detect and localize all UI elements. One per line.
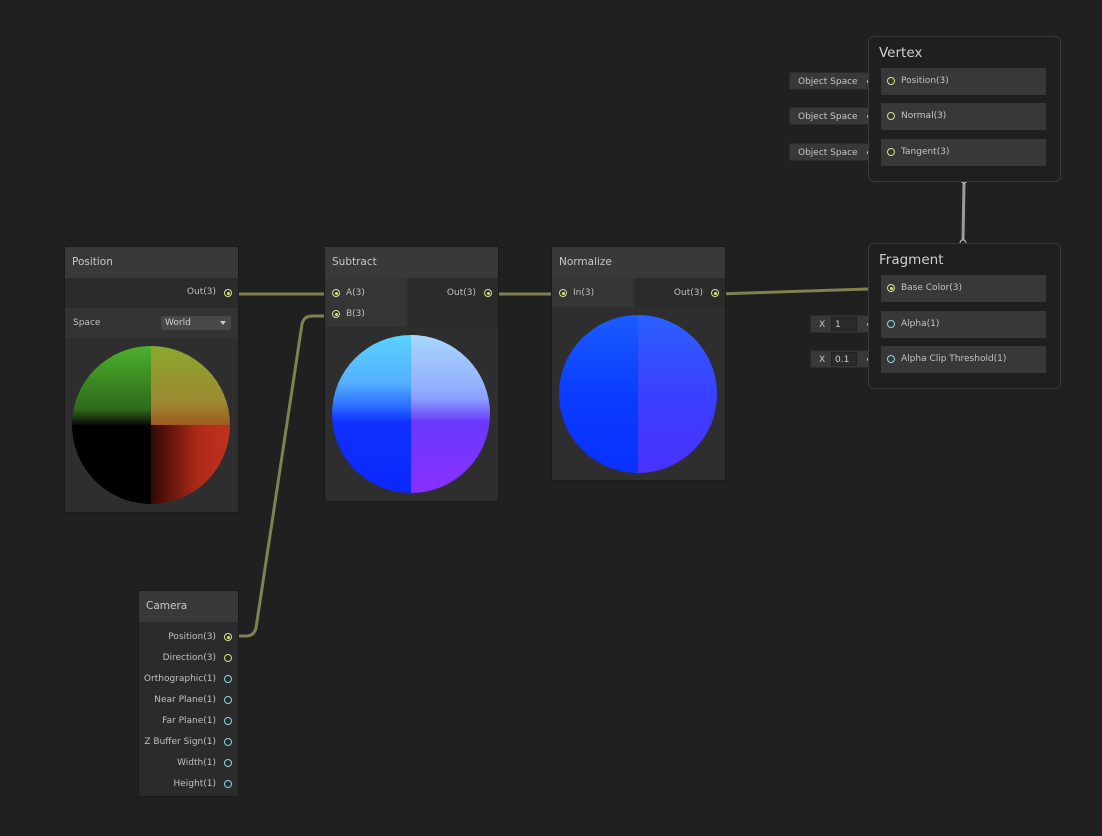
- camera-position-port[interactable]: [224, 633, 232, 641]
- fragment-slot-alpha-clip-threshold[interactable]: Alpha Clip Threshold(1): [881, 346, 1046, 373]
- subtract-inputs: A(3) B(3): [325, 278, 407, 327]
- camera-orthographic-label: Orthographic(1): [143, 674, 216, 684]
- normalize-node-title: Normalize: [552, 247, 725, 278]
- normalize-preview-sphere: [559, 315, 717, 473]
- subtract-preview-sphere: [332, 335, 490, 493]
- position-node[interactable]: Position Out(3) Space World: [65, 247, 238, 512]
- camera-node-title: Camera: [139, 591, 238, 622]
- fragment-slot-alpha[interactable]: Alpha(1): [881, 311, 1046, 338]
- position-space-row: Space World: [65, 308, 238, 338]
- vertex-title: Vertex: [879, 45, 923, 61]
- camera-height-port[interactable]: [224, 780, 232, 788]
- subtract-outputs: Out(3): [408, 278, 498, 327]
- vertex-slot-normal[interactable]: Normal(3): [881, 103, 1046, 130]
- camera-direction-label: Direction(3): [162, 653, 216, 663]
- vertex-normal-port[interactable]: [887, 112, 895, 120]
- camera-width-label: Width(1): [177, 758, 216, 768]
- alpha-value-field[interactable]: 1: [831, 317, 857, 331]
- vertex-slot-tangent[interactable]: Tangent(3): [881, 139, 1046, 166]
- camera-far-plane-port[interactable]: [224, 717, 232, 725]
- subtract-preview: [325, 327, 498, 501]
- camera-position-label: Position(3): [168, 632, 216, 642]
- fragment-slot-base-color[interactable]: Base Color(3): [881, 275, 1046, 302]
- subtract-b-port[interactable]: [332, 310, 340, 318]
- alpha-clip-x-label: X: [819, 355, 826, 365]
- wire-vertex-to-fragment: [961, 182, 966, 241]
- wire-normalize-to-basecolor[interactable]: [717, 287, 891, 296]
- fragment-title: Fragment: [879, 252, 944, 268]
- fragment-block[interactable]: Fragment Base Color(3) Alpha(1) Alpha Cl…: [868, 243, 1061, 389]
- subtract-a-port[interactable]: [332, 289, 340, 297]
- base-color-label: Base Color(3): [901, 283, 963, 293]
- alpha-label: Alpha(1): [901, 319, 940, 329]
- camera-near-plane-label: Near Plane(1): [154, 695, 216, 705]
- space-label: Space: [73, 318, 101, 328]
- normalize-out-port[interactable]: [711, 289, 719, 297]
- vertex-tangent-port[interactable]: [887, 148, 895, 156]
- vertex-block[interactable]: Vertex Position(3) Normal(3) Tangent(3): [868, 36, 1061, 182]
- vertex-tangent-label: Tangent(3): [901, 147, 950, 157]
- wire-camera-position-to-subtract-b[interactable]: [232, 314, 336, 638]
- normalize-node[interactable]: Normalize In(3) Out(3): [552, 247, 725, 480]
- subtract-node-title: Subtract: [325, 247, 498, 278]
- normalize-outputs: Out(3): [635, 278, 725, 307]
- camera-direction-port[interactable]: [224, 654, 232, 662]
- camera-width-port[interactable]: [224, 759, 232, 767]
- position-preview-sphere: [72, 346, 230, 504]
- subtract-a-label: A(3): [346, 288, 365, 298]
- camera-node[interactable]: Camera Position(3) Direction(3) Orthogra…: [139, 591, 238, 796]
- subtract-node[interactable]: Subtract A(3) B(3) Out(3): [325, 247, 498, 501]
- subtract-out-port[interactable]: [484, 289, 492, 297]
- alpha-x-label: X: [819, 320, 826, 330]
- space-dropdown[interactable]: World: [161, 316, 231, 330]
- vertex-normal-space: Object Space: [798, 112, 858, 122]
- camera-height-label: Height(1): [173, 779, 217, 789]
- vertex-tangent-input[interactable]: Object Space: [789, 143, 877, 161]
- position-out-port[interactable]: [224, 289, 232, 297]
- alpha-clip-threshold-input[interactable]: X 0.1: [810, 350, 877, 368]
- base-color-port[interactable]: [887, 284, 895, 292]
- position-preview: [65, 338, 238, 512]
- alpha-port[interactable]: [887, 320, 895, 328]
- camera-near-plane-port[interactable]: [224, 696, 232, 704]
- camera-z-buffer-sign-label: Z Buffer Sign(1): [144, 737, 216, 747]
- alpha-clip-threshold-value-field[interactable]: 0.1: [831, 352, 857, 366]
- camera-orthographic-port[interactable]: [224, 675, 232, 683]
- vertex-position-port[interactable]: [887, 77, 895, 85]
- camera-far-plane-label: Far Plane(1): [162, 716, 216, 726]
- vertex-tangent-space: Object Space: [798, 148, 858, 158]
- position-output-row: Out(3): [65, 278, 238, 308]
- normalize-in-label: In(3): [573, 288, 595, 298]
- subtract-out-label: Out(3): [446, 288, 476, 298]
- alpha-input[interactable]: X1: [810, 315, 877, 333]
- vertex-position-input[interactable]: Object Space: [789, 72, 877, 90]
- position-out-label: Out(3): [186, 287, 216, 297]
- chevron-down-icon: [220, 321, 226, 325]
- normalize-preview: [552, 307, 725, 480]
- subtract-b-label: B(3): [346, 309, 365, 319]
- position-node-title: Position: [65, 247, 238, 278]
- vertex-normal-label: Normal(3): [901, 111, 947, 121]
- alpha-clip-threshold-port[interactable]: [887, 355, 895, 363]
- vertex-slot-position[interactable]: Position(3): [881, 68, 1046, 95]
- normalize-out-label: Out(3): [673, 288, 703, 298]
- normalize-in-port[interactable]: [559, 289, 567, 297]
- vertex-position-label: Position(3): [901, 76, 949, 86]
- alpha-clip-threshold-label: Alpha Clip Threshold(1): [901, 354, 1007, 364]
- vertex-normal-input[interactable]: Object Space: [789, 107, 877, 125]
- space-dropdown-value: World: [165, 318, 191, 328]
- camera-z-buffer-sign-port[interactable]: [224, 738, 232, 746]
- normalize-inputs: In(3): [552, 278, 634, 307]
- vertex-position-space: Object Space: [798, 77, 858, 87]
